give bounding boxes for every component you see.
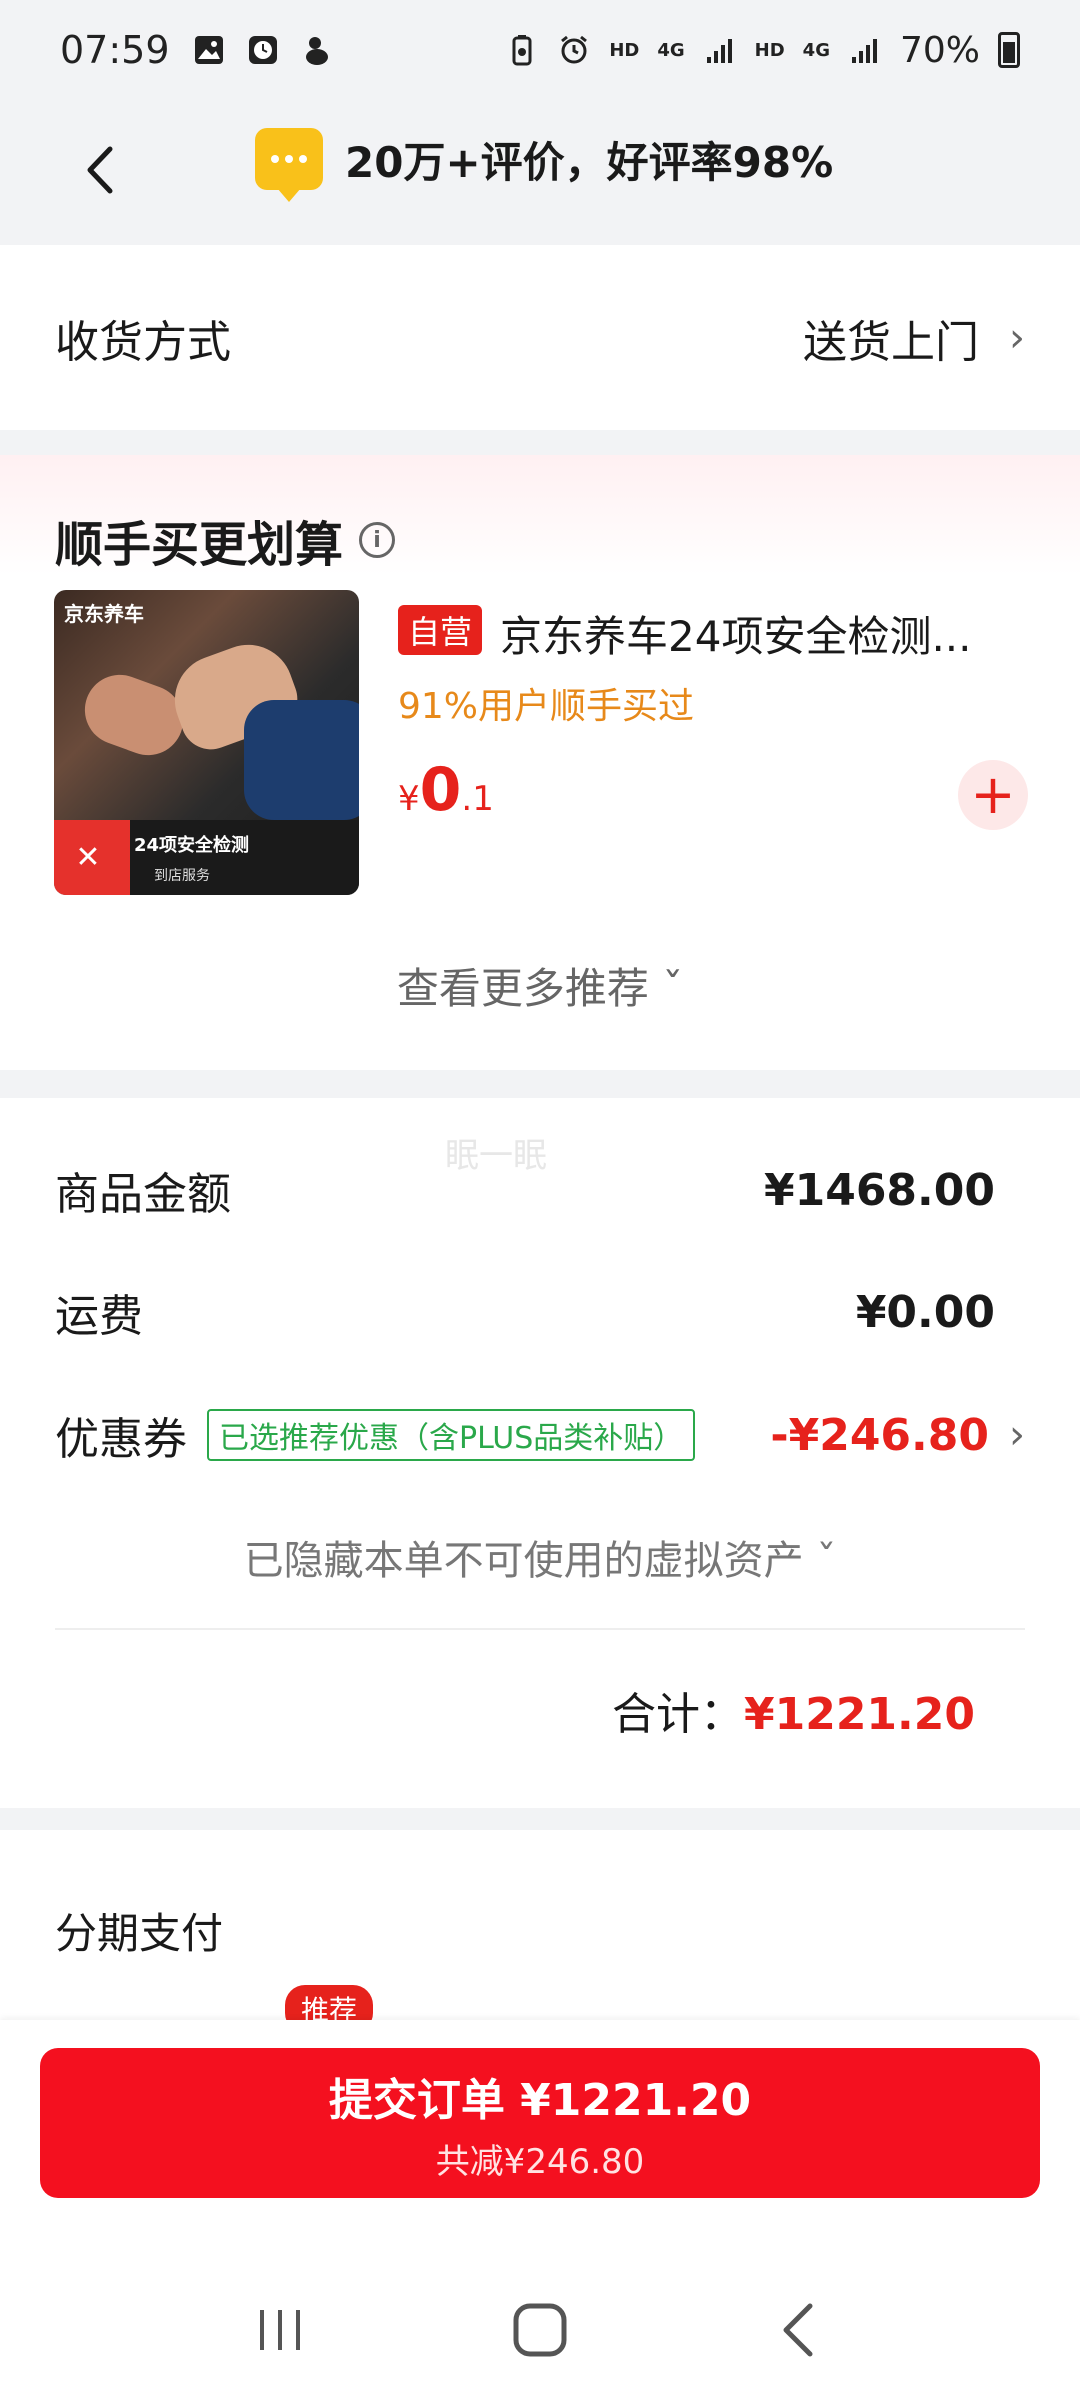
shipping-value: ¥0.00 xyxy=(855,1286,995,1338)
submit-discount-label: 共减¥246.80 xyxy=(435,2141,645,2182)
battery-percent: 70% xyxy=(899,29,980,71)
delivery-value-group: 送货上门 › xyxy=(803,306,1025,370)
review-summary[interactable]: 20万+评价，好评率98% xyxy=(255,128,834,202)
back-icon xyxy=(783,2303,813,2357)
signal-icon-1 xyxy=(706,39,732,63)
more-recommendations-button[interactable]: 查看更多推荐 ˇ xyxy=(0,955,1080,1016)
more-recommendations-label: 查看更多推荐 xyxy=(396,964,649,1013)
product-stat: 91%用户顺手买过 xyxy=(398,686,695,727)
installment-title: 分期支付 xyxy=(55,1909,224,1958)
chevron-right-icon: › xyxy=(1009,1412,1025,1458)
home-icon xyxy=(513,2303,567,2357)
hidden-assets-label: 已隐藏本单不可使用的虚拟资产 xyxy=(243,1538,804,1584)
price-integer: 0 xyxy=(419,755,462,825)
alarm-icon xyxy=(561,35,588,64)
battery-saver-icon xyxy=(512,35,532,66)
status-bar: 07:59 HD 4G HD 4G 70% xyxy=(0,0,1080,100)
clock-app-icon xyxy=(248,36,277,64)
home-button[interactable] xyxy=(500,2290,580,2370)
coupon-tag: 已选推荐优惠（含PLUS品类补贴） xyxy=(207,1409,696,1461)
recent-apps-icon xyxy=(260,2310,300,2350)
wrench-icon: ✕ xyxy=(64,833,112,881)
header-title: 20万+评价，好评率98% xyxy=(345,137,834,187)
hd-label-1: HD xyxy=(609,39,640,61)
total-row: 合计： ¥1221.20 xyxy=(612,1678,975,1742)
coupon-row[interactable]: 优惠券 已选推荐优惠（含PLUS品类补贴） -¥246.80 › xyxy=(55,1403,1025,1467)
chat-bubble-icon xyxy=(255,128,323,202)
delivery-value: 送货上门 xyxy=(803,316,979,368)
divider xyxy=(55,1628,1025,1630)
chevron-down-icon: ˇ xyxy=(662,964,684,1013)
system-back-button[interactable] xyxy=(760,2290,840,2370)
recommend-title-group: 顺手买更划算 i xyxy=(55,505,396,575)
total-value: ¥1221.20 xyxy=(743,1689,975,1740)
total-label: 合计： xyxy=(611,1689,744,1740)
delivery-label: 收货方式 xyxy=(55,316,231,368)
shipping-row: 运费 ¥0.00 xyxy=(55,1280,1025,1344)
app-notification-icon xyxy=(305,37,328,65)
chevron-down-icon: ˇ xyxy=(816,1538,837,1584)
price-currency: ¥ xyxy=(398,779,420,819)
goods-amount-value: ¥1468.00 xyxy=(763,1164,995,1216)
coupon-value: -¥246.80 xyxy=(770,1409,989,1461)
goods-amount-row: 商品金额 ¥1468.00 xyxy=(55,1158,1025,1222)
coupon-label: 优惠券 xyxy=(55,1414,187,1465)
product-image-brand: 京东养车 xyxy=(64,602,144,626)
status-time: 07:59 xyxy=(60,28,170,72)
amounts-section: 眠一眠 商品金额 ¥1468.00 运费 ¥0.00 优惠券 已选推荐优惠（含P… xyxy=(0,1098,1080,1808)
signal-icon-2 xyxy=(851,39,877,63)
battery-icon xyxy=(998,32,1020,68)
delivery-method-row[interactable]: 收货方式 送货上门 › xyxy=(0,245,1080,430)
back-button[interactable] xyxy=(60,130,140,210)
product-image[interactable]: 京东养车 ✕ 24项安全检测 到店服务 xyxy=(54,590,359,895)
shipping-label: 运费 xyxy=(55,1291,143,1342)
submit-order-label: 提交订单 ¥1221.20 xyxy=(328,2074,752,2126)
network-4g-label-1: 4G xyxy=(657,39,685,61)
self-operated-badge: 自营 xyxy=(398,605,483,655)
submit-order-button[interactable]: 提交订单 ¥1221.20 共减¥246.80 xyxy=(40,2048,1040,2198)
product-name[interactable]: 京东养车24项安全检测... xyxy=(500,603,1000,664)
product-image-banner-sub: 到店服务 xyxy=(154,868,210,884)
info-icon[interactable]: i xyxy=(359,522,396,558)
hd-label-2: HD xyxy=(754,39,785,61)
product-price: ¥ 0 .1 xyxy=(398,755,494,825)
back-arrow-icon xyxy=(87,146,113,194)
hidden-assets-toggle[interactable]: 已隐藏本单不可使用的虚拟资产 ˇ xyxy=(0,1528,1080,1586)
add-to-order-button[interactable]: + xyxy=(958,760,1028,830)
recent-apps-button[interactable] xyxy=(240,2290,320,2370)
product-image-banner: 24项安全检测 xyxy=(134,835,250,856)
system-nav-bar xyxy=(0,2260,1080,2400)
goods-amount-label: 商品金额 xyxy=(55,1169,231,1220)
chevron-right-icon: › xyxy=(1009,314,1025,361)
header: 20万+评价，好评率98% xyxy=(0,100,1080,245)
gallery-icon xyxy=(194,36,223,64)
recommend-title: 顺手买更划算 xyxy=(55,517,344,573)
network-4g-label-2: 4G xyxy=(802,39,830,61)
price-decimal: .1 xyxy=(461,779,494,819)
recommend-section: 顺手买更划算 i 京东养车 ✕ 24项安全检测 到店服务 自营 京东养车24项安… xyxy=(0,455,1080,1070)
